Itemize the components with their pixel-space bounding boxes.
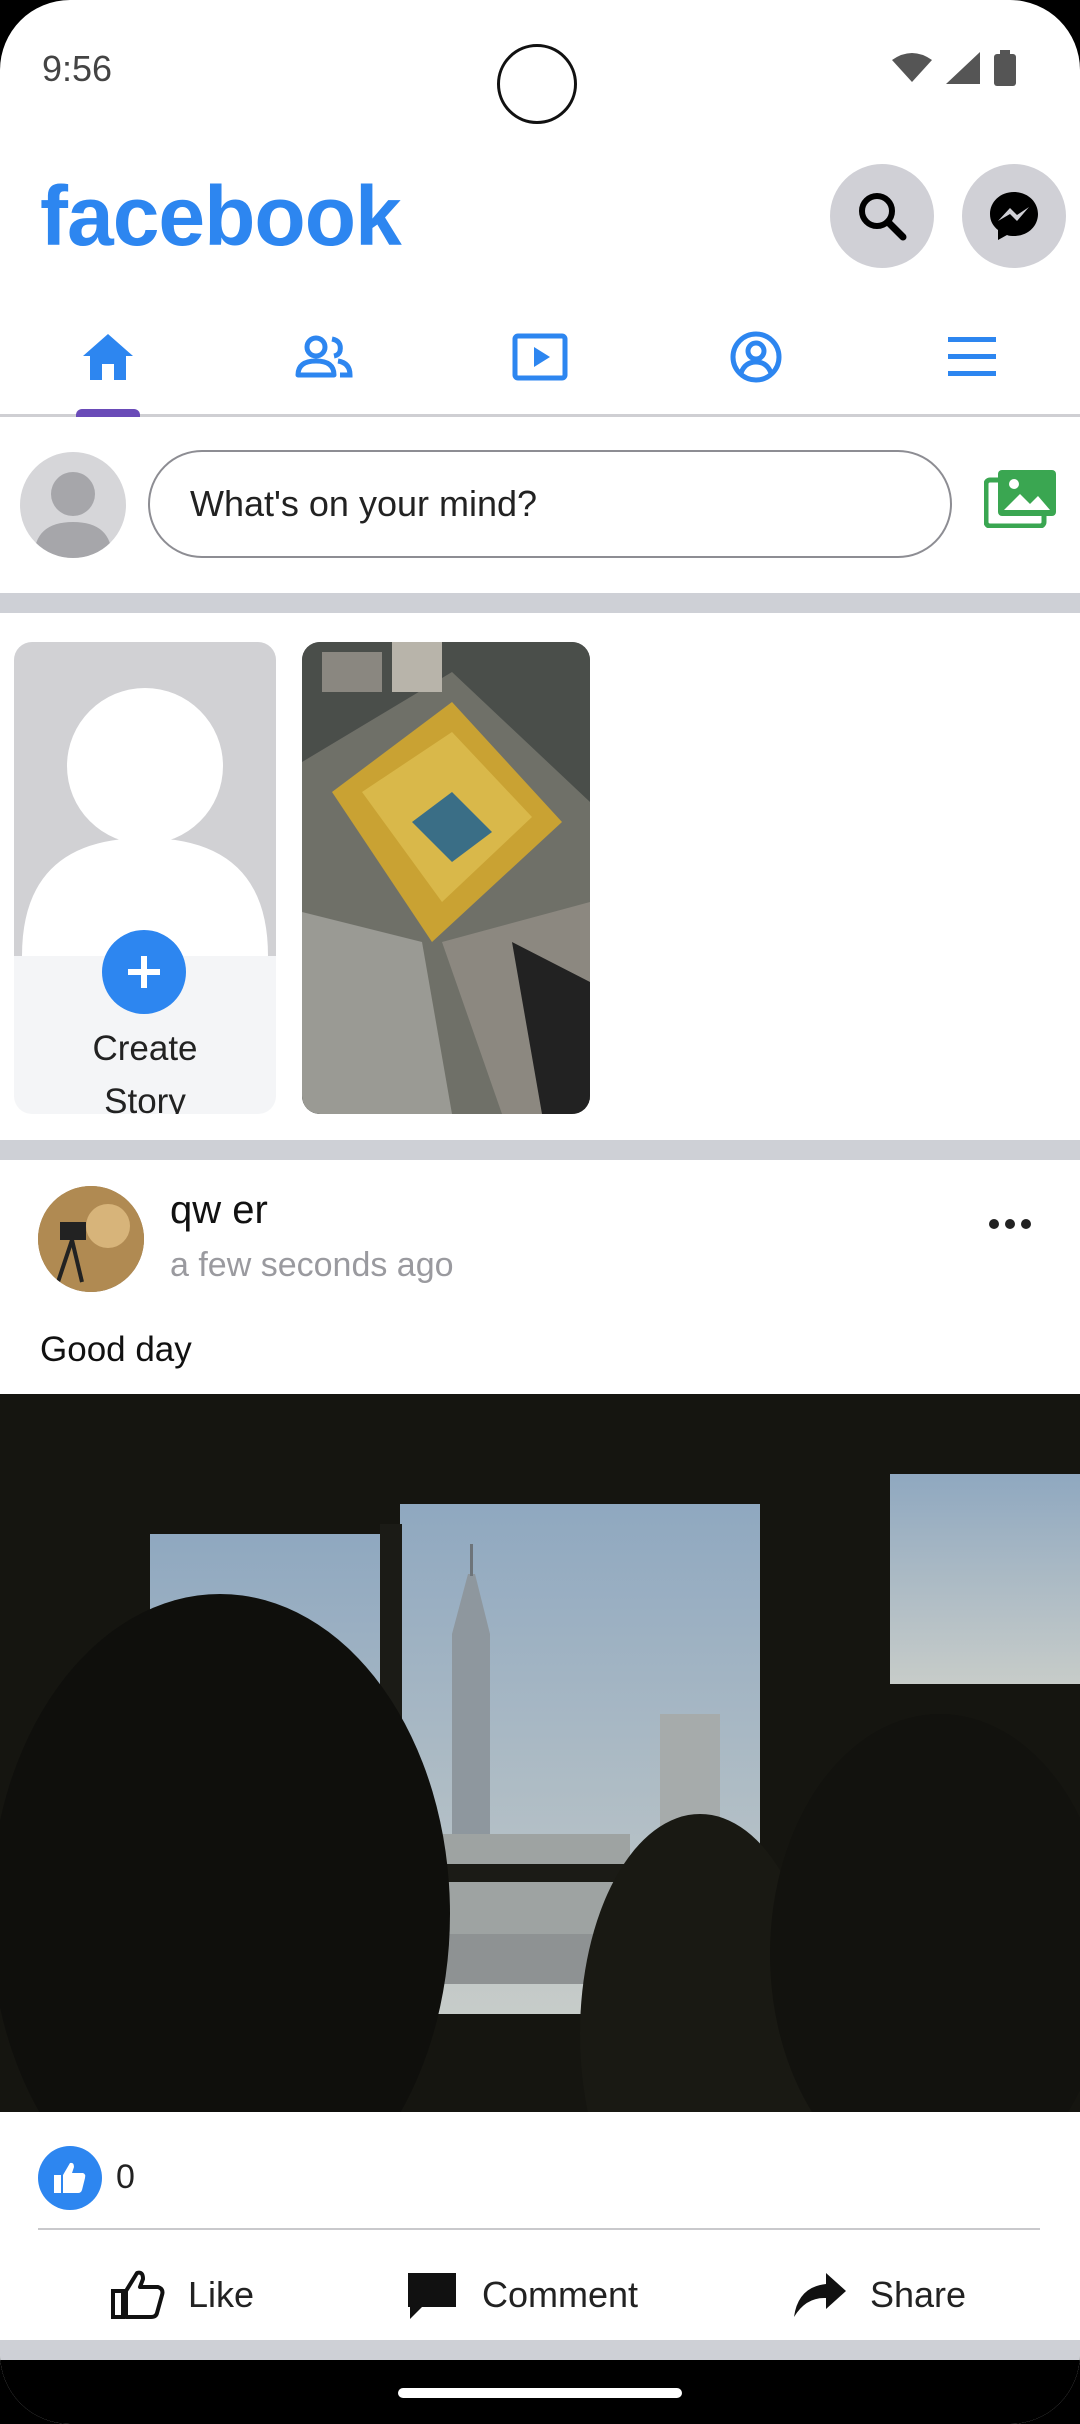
author-photo: [38, 1186, 144, 1292]
post-action-separator: [38, 2228, 1040, 2230]
create-story-card[interactable]: Create Story: [14, 642, 276, 1114]
tab-home[interactable]: [48, 300, 168, 417]
story-image: [302, 642, 590, 1114]
share-icon: [794, 2273, 846, 2317]
share-button-label: Share: [870, 2274, 967, 2315]
wifi-icon: [892, 53, 932, 82]
home-icon: [83, 334, 133, 380]
default-avatar-icon: [22, 688, 268, 956]
create-story-label: Create Story: [14, 1022, 276, 1114]
system-navigation-bar: [0, 2360, 1080, 2424]
story-card[interactable]: [302, 642, 590, 1114]
like-button[interactable]: Like: [110, 2240, 254, 2350]
plus-icon: [128, 956, 160, 988]
tab-active-indicator: [76, 409, 140, 417]
create-story-label-line1: Create: [92, 1029, 198, 1068]
create-story-label-line2: Story: [104, 1082, 186, 1114]
profile-icon: [730, 331, 782, 383]
status-icons: [892, 50, 1016, 86]
status-time: 9:56: [42, 48, 113, 89]
comment-icon: [408, 2273, 456, 2319]
like-button-label: Like: [188, 2274, 255, 2315]
more-horizontal-icon: [989, 1219, 1031, 1229]
thumbs-up-outline-icon: [111, 2270, 165, 2319]
app-header: facebook: [0, 150, 1080, 280]
thumbs-up-icon: [54, 2162, 86, 2193]
video-icon: [512, 333, 568, 381]
photo-gallery-icon: [983, 470, 1056, 529]
default-avatar-icon: [34, 472, 112, 558]
search-button[interactable]: [830, 164, 934, 268]
like-count: 0: [116, 2158, 135, 2196]
post-more-button[interactable]: [980, 1204, 1040, 1244]
post-actions: Like Comment Share: [0, 2240, 1080, 2350]
post-image[interactable]: [0, 1394, 1080, 2112]
post-composer: What's on your mind?: [0, 418, 1080, 593]
feed-post: qw er a few seconds ago Good day 0 Like …: [0, 1160, 1080, 2360]
whats-on-your-mind-input[interactable]: What's on your mind?: [148, 450, 952, 558]
post-author-avatar[interactable]: [38, 1186, 144, 1292]
signal-icon: [946, 52, 980, 84]
tab-menu[interactable]: [912, 300, 1032, 414]
battery-icon: [994, 50, 1016, 86]
section-divider: [0, 2340, 1080, 2360]
tab-watch[interactable]: [480, 300, 600, 414]
friends-icon: [295, 335, 353, 378]
user-avatar[interactable]: [20, 452, 126, 558]
camera-cutout: [497, 44, 577, 124]
phone-screen: 9:56 facebook What's on your mind? Creat…: [0, 0, 1080, 2424]
section-divider: [0, 1140, 1080, 1160]
home-gesture-handle[interactable]: [398, 2388, 682, 2398]
tab-profile[interactable]: [696, 300, 816, 414]
messenger-button[interactable]: [962, 164, 1066, 268]
top-tab-bar: [0, 300, 1080, 417]
add-story-button[interactable]: [102, 930, 186, 1014]
post-author-name[interactable]: qw er: [170, 1188, 268, 1233]
stories-row: Create Story: [0, 614, 1080, 1140]
tab-friends[interactable]: [264, 300, 384, 414]
facebook-logo: facebook: [40, 169, 402, 263]
create-story-avatar: [14, 642, 276, 956]
post-text: Good day: [40, 1330, 192, 1369]
search-icon: [859, 193, 907, 241]
share-button[interactable]: Share: [792, 2240, 966, 2350]
messenger-icon: [990, 192, 1038, 240]
comment-button-label: Comment: [482, 2274, 639, 2315]
like-reaction-badge: [38, 2146, 102, 2210]
section-divider: [0, 593, 1080, 613]
post-timestamp: a few seconds ago: [170, 1246, 454, 1284]
status-bar: 9:56: [0, 0, 1080, 140]
reactions-summary: 0: [0, 2140, 1080, 2220]
comment-button[interactable]: Comment: [404, 2240, 638, 2350]
photo-button[interactable]: [983, 468, 1058, 533]
menu-icon: [948, 337, 996, 376]
post-photo: [0, 1394, 1080, 2112]
